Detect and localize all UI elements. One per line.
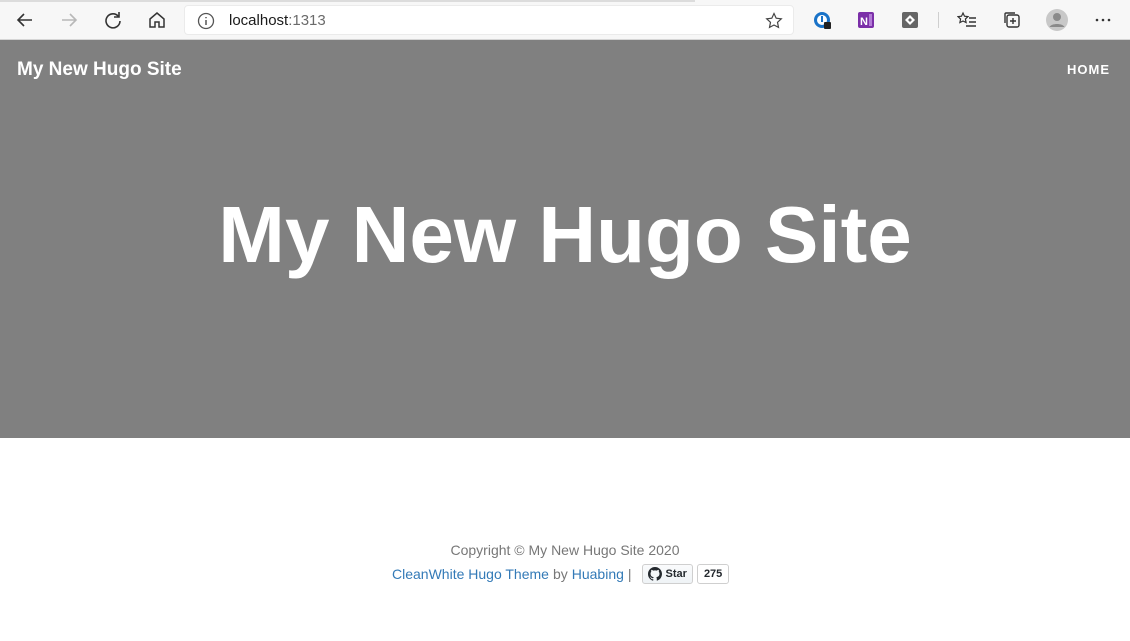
star-label: Star: [665, 568, 687, 580]
star-count-badge[interactable]: 275: [696, 564, 730, 584]
home-button[interactable]: [141, 5, 173, 35]
collections-icon: [1004, 12, 1020, 28]
favorites-button[interactable]: [955, 8, 979, 32]
refresh-button[interactable]: [97, 5, 129, 35]
back-arrow-icon: [16, 13, 32, 27]
extension-onenote-button[interactable]: N: [854, 8, 878, 32]
back-button[interactable]: [9, 5, 41, 35]
footer-credit: CleanWhite Hugo Theme by Huabing | Star …: [392, 563, 730, 585]
github-icon: [647, 567, 662, 581]
info-icon[interactable]: [197, 12, 215, 30]
onenote-icon: N: [858, 12, 874, 28]
extension-tool-button[interactable]: [898, 8, 922, 32]
address-bar[interactable]: localhost:1313: [184, 5, 794, 35]
profile-button[interactable]: [1045, 8, 1069, 32]
github-star-button[interactable]: Star: [641, 564, 693, 584]
url-host: localhost: [229, 12, 289, 29]
nav-home-link[interactable]: HOME: [1067, 62, 1110, 77]
browser-toolbar: localhost:1313 N: [0, 0, 1130, 40]
url-port: :1313: [288, 12, 326, 29]
refresh-icon: [105, 12, 121, 29]
home-icon: [149, 12, 165, 28]
forward-arrow-icon: [62, 13, 78, 27]
url-text[interactable]: localhost:1313: [229, 12, 326, 29]
extension-diamond-icon: [902, 12, 918, 28]
site-header: My New Hugo Site HOME My New Hugo Site: [0, 40, 1130, 438]
extension-password-button[interactable]: [810, 8, 834, 32]
site-brand[interactable]: My New Hugo Site: [17, 59, 182, 81]
favorites-list-icon: [957, 11, 976, 27]
author-link[interactable]: Huabing: [572, 566, 624, 582]
toolbar-divider: [938, 12, 939, 28]
settings-menu-button[interactable]: [1091, 8, 1115, 32]
forward-button[interactable]: [53, 5, 85, 35]
password-manager-icon: [814, 12, 831, 29]
hero-title: My New Hugo Site: [218, 190, 912, 279]
footer-copyright: Copyright © My New Hugo Site 2020: [450, 542, 680, 558]
page-load-progress: [0, 0, 695, 2]
more-dots-icon: [1095, 18, 1111, 22]
footer-separator: |: [627, 566, 632, 582]
by-text: by: [552, 566, 568, 582]
svg-text:N: N: [860, 16, 868, 28]
collections-button[interactable]: [1000, 8, 1024, 32]
theme-link[interactable]: CleanWhite Hugo Theme: [392, 566, 549, 582]
avatar-icon: [1046, 9, 1068, 31]
favorite-star-icon[interactable]: [765, 12, 783, 30]
